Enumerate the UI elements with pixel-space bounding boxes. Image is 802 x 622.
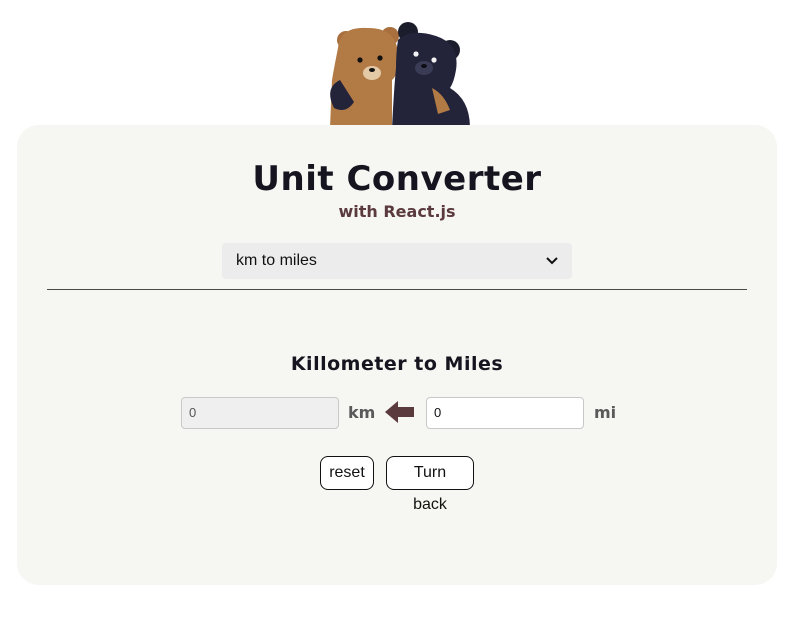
chevron-down-icon bbox=[546, 254, 558, 268]
divider bbox=[47, 289, 747, 290]
conversion-row: 0 km 0 mi bbox=[181, 397, 621, 431]
miles-input[interactable]: 0 bbox=[426, 397, 584, 429]
arrow-left-icon bbox=[385, 400, 415, 424]
button-group: reset Turn back bbox=[17, 456, 777, 513]
conversion-select-value: km to miles bbox=[236, 252, 317, 269]
converter-card: Unit Converter with React.js km to miles… bbox=[17, 125, 777, 585]
bears-logo bbox=[320, 18, 482, 126]
mi-unit-label: mi bbox=[594, 403, 617, 422]
reset-button[interactable]: reset bbox=[320, 456, 374, 490]
page-subtitle: with React.js bbox=[338, 202, 456, 221]
section-title: Killometer to Miles bbox=[290, 353, 504, 375]
page-title: Unit Converter bbox=[252, 159, 542, 199]
conversion-select[interactable]: km to miles bbox=[222, 243, 572, 279]
km-input[interactable]: 0 bbox=[181, 397, 339, 429]
km-unit-label: km bbox=[348, 403, 376, 422]
turn-back-button[interactable]: Turn back bbox=[386, 456, 474, 513]
